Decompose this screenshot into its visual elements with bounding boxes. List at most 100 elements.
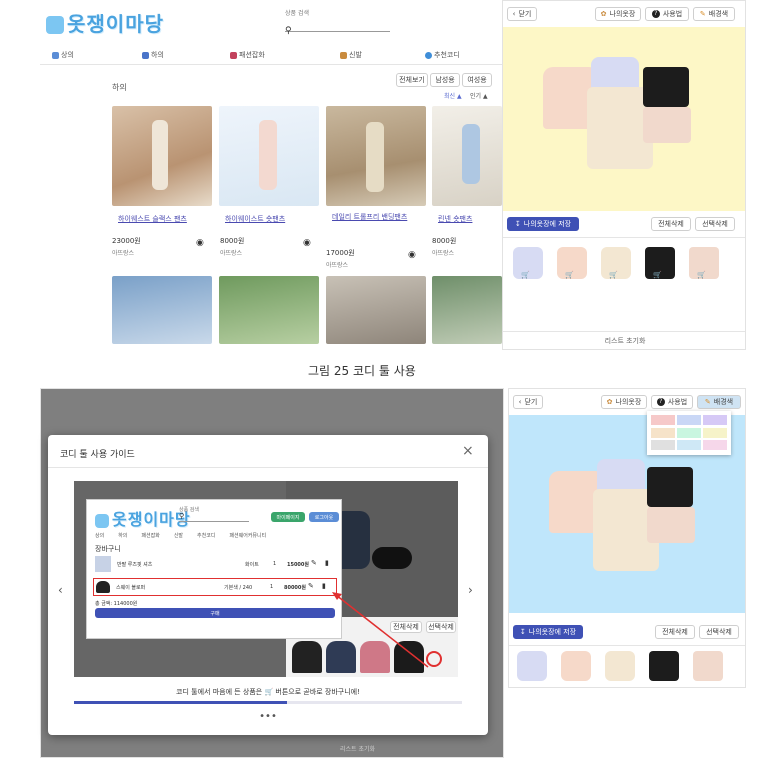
- thumb-item[interactable]: [561, 651, 591, 681]
- delete-all-button[interactable]: 전체삭제: [651, 217, 691, 231]
- sort-latest[interactable]: 최신 ▲: [444, 91, 462, 100]
- chevron-left-icon: ‹: [518, 398, 522, 406]
- cart-icon[interactable]: 🛒: [565, 271, 574, 279]
- guide-text: 코디 툴에서 마음에 든 상품은 🛒 버튼으로 곧바로 장바구니에!: [176, 688, 360, 696]
- product-title[interactable]: 데일리 트롤프리 밴딩팬츠: [332, 212, 412, 223]
- coord-tool-panel: ‹ 닫기 ✿ 나의옷장 ? 사용법 ✎ 배경색 ↧ 나의옷장에 저장 전체삭제 선택삭제 …: [502, 0, 746, 350]
- category-nav: 상의 하의 패션잡화 신발 추천코디: [52, 50, 482, 60]
- delete-all-button[interactable]: 전체삭제: [655, 625, 695, 639]
- download-icon: ↧: [519, 628, 526, 636]
- bag-icon: [230, 51, 237, 59]
- logo-mark-icon: [46, 16, 64, 34]
- howto-button[interactable]: ? 사용법: [645, 7, 689, 21]
- palette-swatch[interactable]: [651, 427, 675, 438]
- beige-skirt-item[interactable]: [643, 107, 691, 143]
- product-price: 8000원: [432, 237, 457, 245]
- brush-icon: ✎: [699, 10, 706, 18]
- nav-item-recommend[interactable]: 추천코디: [425, 50, 460, 60]
- beige-skirt-item[interactable]: [647, 507, 695, 543]
- shoe-icon: [340, 51, 347, 59]
- modal-title: 코디 툴 사용 가이드: [60, 450, 135, 460]
- help-icon: ?: [651, 10, 660, 18]
- product-brand: 아뜨랑스: [112, 250, 135, 257]
- product-title[interactable]: 하이웨스트 슬랙스 팬츠: [118, 214, 187, 224]
- palette-icon[interactable]: ◉: [196, 238, 204, 248]
- hanger-icon: ✿: [606, 398, 613, 406]
- search-input[interactable]: ⚲: [285, 18, 390, 36]
- hanger-icon: ✿: [600, 10, 607, 18]
- palette-swatch[interactable]: [703, 415, 727, 425]
- close-button[interactable]: ‹ 닫기: [507, 7, 537, 21]
- filter-all-button[interactable]: 전체보기: [396, 73, 428, 87]
- palette-swatch[interactable]: [651, 440, 675, 451]
- thumb-item[interactable]: [517, 651, 547, 681]
- save-closet-button[interactable]: ↧ 나의옷장에 저장: [513, 625, 583, 639]
- palette-swatch[interactable]: [677, 415, 701, 425]
- pointer-arrow: [332, 592, 429, 668]
- nav-item-accessory[interactable]: 패션잡화: [230, 50, 340, 60]
- nav-item-bottom[interactable]: 하의: [142, 50, 230, 60]
- palette-swatch[interactable]: [651, 415, 675, 425]
- product-image[interactable]: [432, 106, 502, 206]
- cart-icon[interactable]: 🛒: [521, 271, 530, 279]
- palette-icon[interactable]: ◉: [408, 250, 416, 260]
- black-skirt-item[interactable]: [647, 467, 693, 507]
- product-image[interactable]: [219, 276, 319, 344]
- thumb-divider: [509, 645, 745, 646]
- thumb-item[interactable]: [605, 651, 635, 681]
- filter-women-button[interactable]: 여성용: [462, 73, 492, 87]
- product-image[interactable]: [112, 106, 212, 206]
- close-button[interactable]: ‹ 닫기: [513, 395, 543, 409]
- carousel-dots[interactable]: •••: [48, 711, 488, 722]
- product-title[interactable]: 하이웨이스트 숏팬츠: [225, 214, 285, 224]
- heart-icon: [425, 51, 432, 59]
- cart-icon[interactable]: 🛒: [609, 271, 618, 279]
- shirt-icon: [52, 51, 59, 59]
- product-image[interactable]: [326, 276, 426, 344]
- coord-canvas[interactable]: [503, 27, 745, 211]
- list-reset-button[interactable]: 리스트 초기화: [503, 331, 745, 346]
- carousel-next-icon[interactable]: ›: [468, 583, 473, 597]
- progress-track: [74, 701, 462, 704]
- product-brand: 아뜨랑스: [432, 250, 455, 257]
- delete-selected-button[interactable]: 선택삭제: [695, 217, 735, 231]
- nav-item-shoes[interactable]: 신발: [340, 50, 425, 60]
- delete-selected-button[interactable]: 선택삭제: [699, 625, 739, 639]
- save-closet-button[interactable]: ↧ 나의옷장에 저장: [507, 217, 579, 231]
- bg-color-palette: [647, 411, 731, 455]
- cart-icon[interactable]: 🛒: [697, 271, 706, 279]
- guide-modal: 코디 툴 사용 가이드 × ‹ › 전체삭제 선택삭제 옷쟁이마당 상품 검색 …: [48, 435, 488, 735]
- figure-caption: 그림 25 코디 툴 사용: [308, 364, 416, 378]
- modal-close-icon[interactable]: ×: [462, 443, 474, 459]
- pants-icon: [142, 51, 149, 59]
- product-image[interactable]: [112, 276, 212, 344]
- palette-swatch[interactable]: [703, 440, 727, 451]
- product-image[interactable]: [219, 106, 319, 206]
- nav-divider: [40, 64, 502, 65]
- guide-slide: 전체삭제 선택삭제 옷쟁이마당 상품 검색 ⚲ 마이페이지 로그아웃 상의 하의 패…: [74, 481, 458, 677]
- thumb-item[interactable]: [693, 651, 723, 681]
- bg-color-button[interactable]: ✎ 배경색: [697, 395, 741, 409]
- palette-swatch[interactable]: [677, 427, 701, 438]
- filter-men-button[interactable]: 남성용: [430, 73, 460, 87]
- product-price: 8000원: [220, 237, 245, 245]
- thumb-divider: [503, 237, 745, 238]
- howto-button[interactable]: ? 사용법: [651, 395, 693, 409]
- coord-tool-panel-blue: ‹ 닫기 ✿ 나의옷장 ? 사용법 ✎ 배경색 ↧ 나의옷장에 저장 전체삭제 선택삭제: [508, 388, 746, 688]
- black-skirt-item[interactable]: [643, 67, 689, 107]
- palette-swatch[interactable]: [677, 440, 701, 451]
- product-title[interactable]: 린넨 숏팬츠: [438, 214, 472, 224]
- palette-swatch[interactable]: [703, 427, 727, 438]
- product-image[interactable]: [326, 106, 426, 206]
- product-image[interactable]: [432, 276, 502, 344]
- bg-color-button[interactable]: ✎ 배경색: [693, 7, 735, 21]
- carousel-prev-icon[interactable]: ‹: [58, 583, 63, 597]
- my-closet-button[interactable]: ✿ 나의옷장: [601, 395, 647, 409]
- thumb-item[interactable]: [649, 651, 679, 681]
- my-closet-button[interactable]: ✿ 나의옷장: [595, 7, 641, 21]
- nav-item-top[interactable]: 상의: [52, 50, 142, 60]
- cart-icon[interactable]: 🛒: [653, 271, 662, 279]
- site-logo[interactable]: 옷쟁이마당: [46, 8, 164, 37]
- sort-popular[interactable]: 인기 ▲: [470, 91, 488, 100]
- palette-icon[interactable]: ◉: [303, 238, 311, 248]
